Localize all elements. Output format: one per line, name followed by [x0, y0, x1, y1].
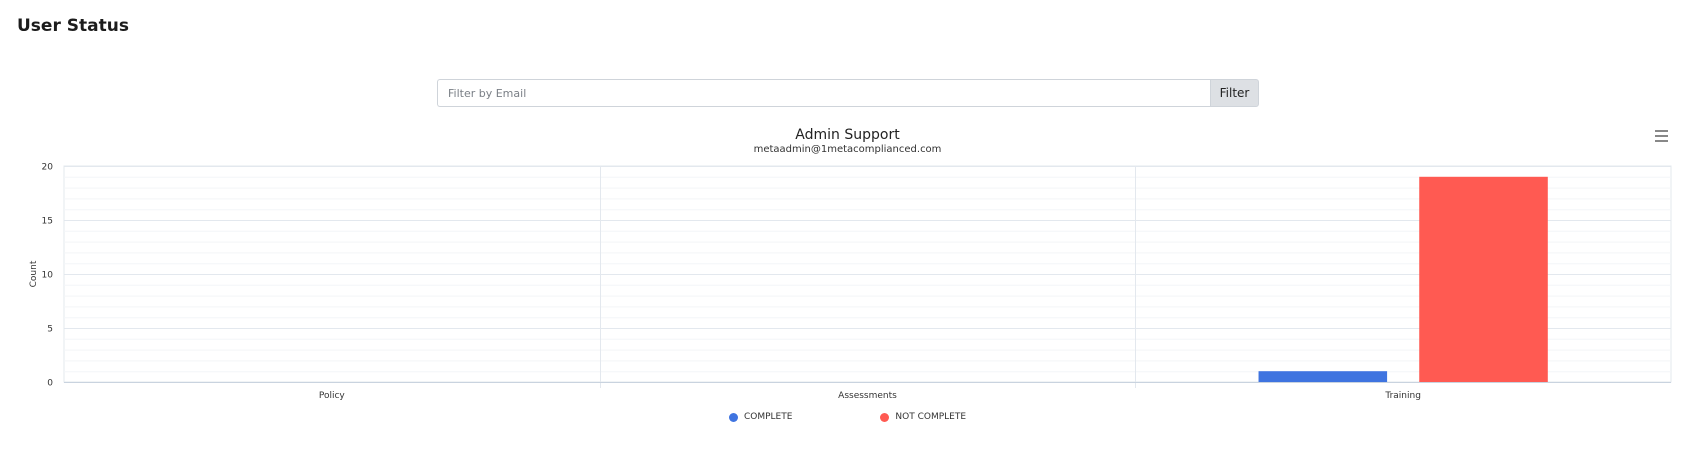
x-tick-label: Training	[1384, 391, 1421, 401]
bar-not-complete	[1419, 176, 1548, 382]
y-tick-label: 10	[42, 271, 54, 281]
y-axis-title: Count	[29, 260, 39, 287]
x-tick-label: Policy	[319, 391, 346, 401]
legend-label: COMPLETE	[743, 412, 793, 422]
y-tick-label: 20	[42, 163, 54, 173]
legend-marker	[880, 412, 890, 422]
y-tick-label: 15	[42, 217, 53, 227]
x-tick-label: Assessments	[838, 391, 897, 401]
legend-label: NOT COMPLETE	[895, 412, 967, 422]
bar-complete	[1258, 371, 1388, 382]
legend-marker	[728, 412, 738, 422]
legend-item-not-complete[interactable]: NOT COMPLETE	[880, 412, 966, 422]
chart-legend: COMPLETE NOT COMPLETE	[0, 412, 1695, 422]
y-tick-label: 5	[47, 325, 53, 335]
y-tick-label: 0	[47, 379, 53, 389]
bar-chart: 0 5 10 15 20 Policy Assessments Training Count	[29, 163, 1672, 401]
legend-item-complete[interactable]: COMPLETE	[728, 412, 793, 422]
